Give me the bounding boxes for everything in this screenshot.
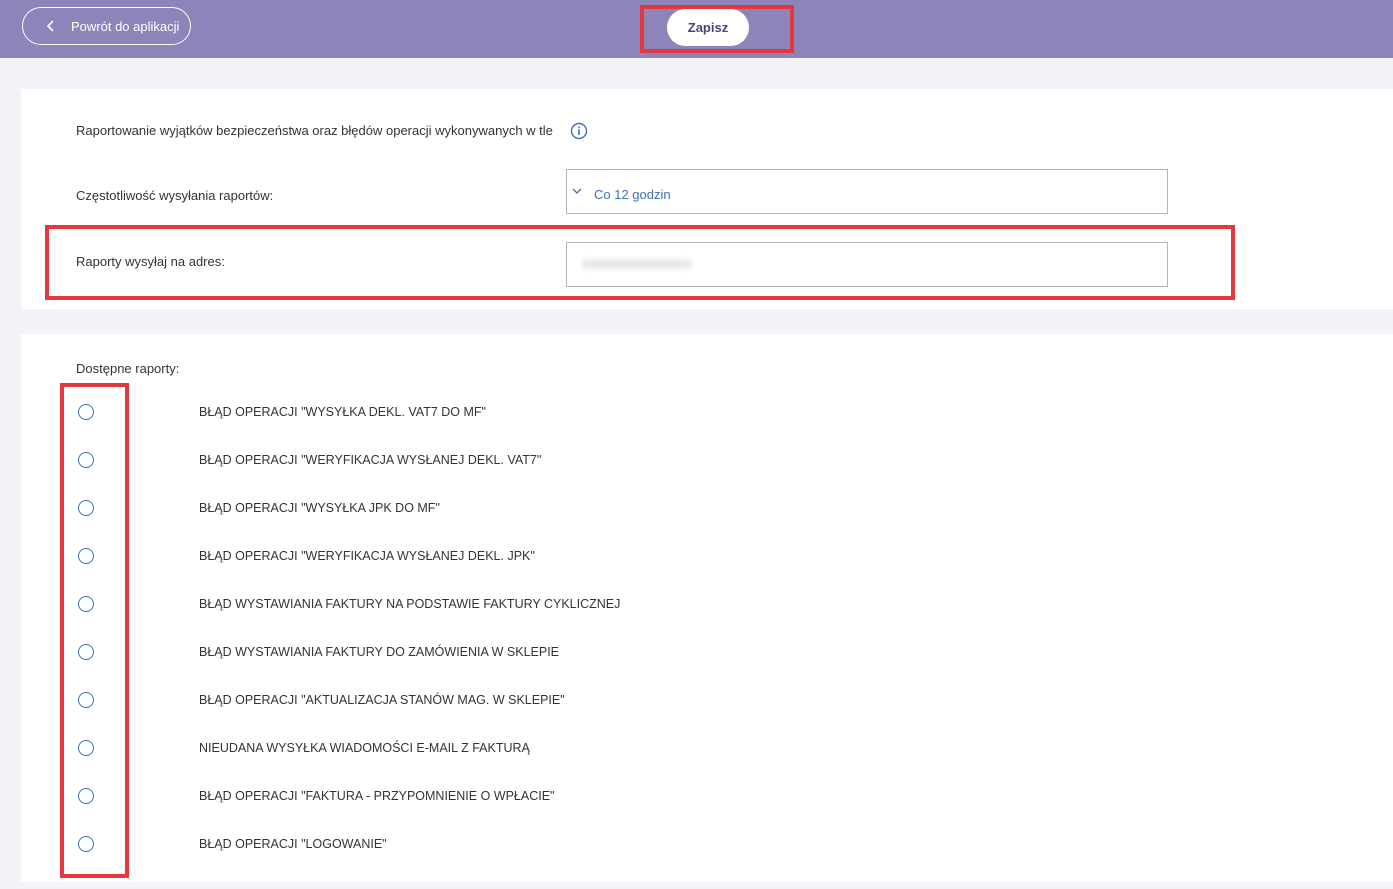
chevron-down-icon: [572, 188, 582, 194]
report-label-4: BŁĄD OPERACJI "WERYFIKACJA WYSŁANEJ DEKL…: [199, 549, 535, 563]
report-radio-3[interactable]: [78, 500, 94, 516]
report-radio-6[interactable]: [78, 644, 94, 660]
top-bar: Powrót do aplikacji Zapisz: [0, 0, 1393, 58]
info-icon[interactable]: [570, 122, 588, 140]
report-label-5: BŁĄD WYSTAWIANIA FAKTURY NA PODSTAWIE FA…: [199, 597, 621, 611]
report-label-2: BŁĄD OPERACJI "WERYFIKACJA WYSŁANEJ DEKL…: [199, 453, 542, 467]
frequency-value: Co 12 godzin: [594, 187, 671, 202]
report-radio-8[interactable]: [78, 740, 94, 756]
frequency-label: Częstotliwość wysyłania raportów:: [76, 188, 274, 203]
report-label-9: BŁĄD OPERACJI "FAKTURA - PRZYPOMNIENIE O…: [199, 789, 555, 803]
back-button-label: Powrót do aplikacji: [71, 19, 180, 34]
report-radio-5[interactable]: [78, 596, 94, 612]
report-radio-2[interactable]: [78, 452, 94, 468]
save-button[interactable]: Zapisz: [667, 9, 749, 46]
reporting-description: Raportowanie wyjątków bezpieczeństwa ora…: [76, 123, 553, 138]
report-label-7: BŁĄD OPERACJI "AKTUALIZACJA STANÓW MAG. …: [199, 693, 565, 707]
report-label-3: BŁĄD OPERACJI "WYSYŁKA JPK DO MF": [199, 501, 440, 515]
email-address-field[interactable]: [566, 242, 1168, 287]
report-radio-1[interactable]: [78, 404, 94, 420]
reports-heading: Dostępne raporty:: [76, 361, 180, 376]
report-radio-7[interactable]: [78, 692, 94, 708]
report-label-8: NIEUDANA WYSYŁKA WIADOMOŚCI E-MAIL Z FAK…: [199, 741, 530, 755]
chevron-left-icon: [46, 20, 54, 32]
report-label-1: BŁĄD OPERACJI "WYSYŁKA DEKL. VAT7 DO MF": [199, 405, 486, 419]
report-radio-4[interactable]: [78, 548, 94, 564]
report-label-10: BŁĄD OPERACJI "LOGOWANIE": [199, 837, 387, 851]
report-radio-10[interactable]: [78, 836, 94, 852]
back-to-app-button[interactable]: Powrót do aplikacji: [22, 7, 191, 45]
frequency-select[interactable]: Co 12 godzin: [566, 169, 1168, 214]
address-label: Raporty wysyłaj na adres:: [76, 254, 225, 269]
redacted-email-value: [581, 259, 693, 269]
report-radio-9[interactable]: [78, 788, 94, 804]
report-label-6: BŁĄD WYSTAWIANIA FAKTURY DO ZAMÓWIENIA W…: [199, 645, 560, 659]
